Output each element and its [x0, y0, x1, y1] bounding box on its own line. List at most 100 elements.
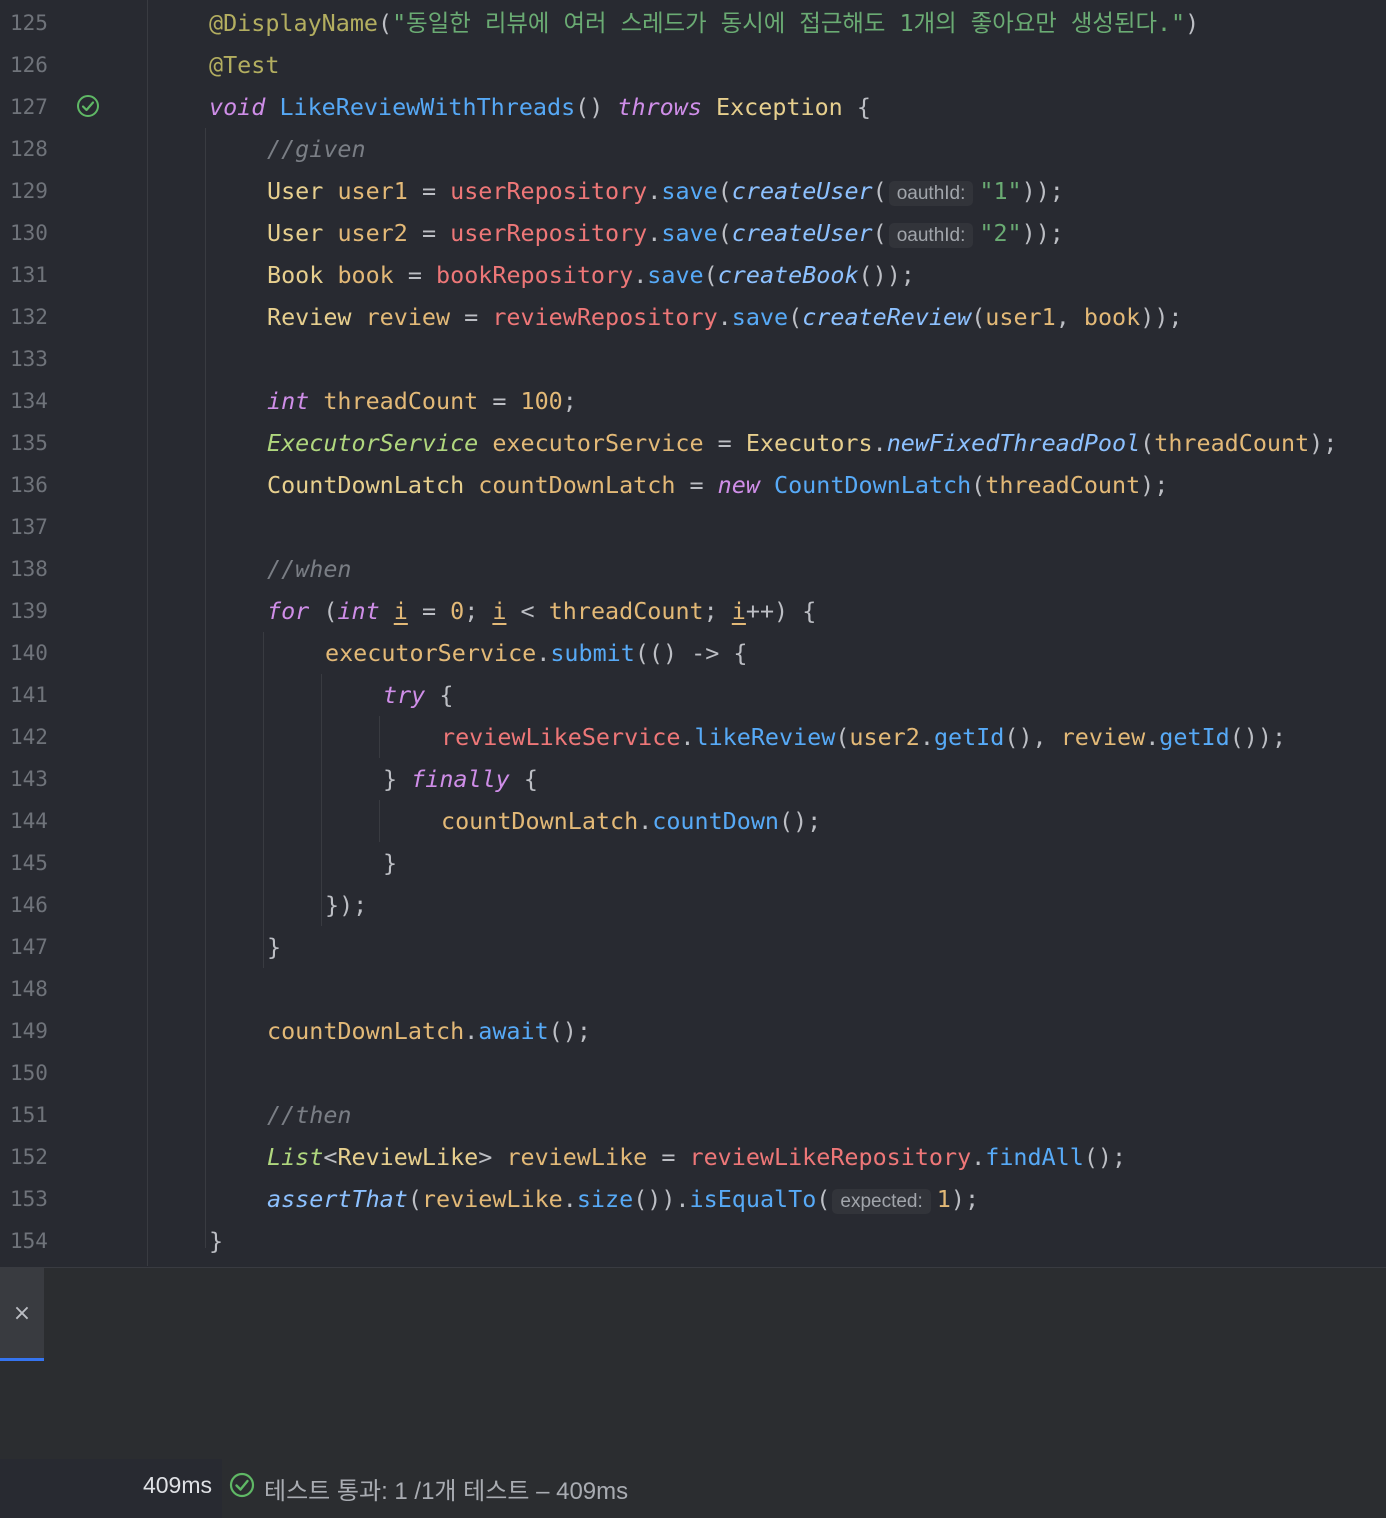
- code-token: .: [633, 261, 648, 289]
- code-token: ): [1185, 9, 1200, 37]
- code-token: int: [337, 597, 380, 625]
- code-line[interactable]: }: [209, 1220, 223, 1262]
- code-token: .: [919, 723, 934, 751]
- code-token: {: [842, 93, 871, 121]
- code-line[interactable]: //then: [267, 1094, 352, 1136]
- code-token: <: [506, 597, 549, 625]
- code-token: i: [393, 597, 408, 625]
- code-token: save: [647, 261, 704, 289]
- indent-guide: [321, 674, 322, 926]
- code-line[interactable]: List<ReviewLike> reviewLike = reviewLike…: [267, 1136, 1126, 1178]
- code-line[interactable]: void LikeReviewWithThreads() throws Exce…: [209, 86, 871, 128]
- code-line[interactable]: User user1 = userRepository.save(createU…: [267, 170, 1064, 212]
- code-line[interactable]: reviewLikeService.likeReview(user2.getId…: [441, 716, 1286, 758]
- code-token: reviewLikeService: [441, 723, 681, 751]
- code-area[interactable]: @DisplayName("동일한 리뷰에 여러 스레드가 동시에 접근해도 1…: [0, 0, 1386, 1266]
- code-token: review: [1060, 723, 1146, 751]
- code-token: reviewRepository: [492, 303, 718, 331]
- code-line[interactable]: User user2 = userRepository.save(createU…: [267, 212, 1064, 254]
- code-token: =: [478, 387, 521, 415]
- code-token: try: [383, 681, 426, 709]
- code-token: (: [407, 1185, 422, 1213]
- code-token: .: [638, 807, 653, 835]
- code-token: countDown: [652, 807, 779, 835]
- code-line[interactable]: @Test: [209, 44, 279, 86]
- code-token: new: [717, 471, 760, 499]
- code-line[interactable]: try {: [383, 674, 453, 716]
- code-token: LikeReviewWithThreads: [279, 93, 576, 121]
- code-token: .: [717, 303, 732, 331]
- code-token: .: [647, 177, 662, 205]
- code-line[interactable]: });: [325, 884, 367, 926]
- code-line[interactable]: //when: [267, 548, 352, 590]
- code-token: //when: [267, 555, 352, 583]
- code-token: =: [407, 219, 451, 247]
- code-line[interactable]: } finally {: [383, 758, 538, 800]
- code-token: (() -> {: [634, 639, 748, 667]
- code-token: Book: [267, 261, 324, 289]
- code-token: 1: [936, 1185, 951, 1213]
- code-token: reviewLikeRepository: [689, 1143, 972, 1171]
- code-token: createBook: [717, 261, 859, 289]
- code-token: @Test: [209, 51, 280, 79]
- code-line[interactable]: ExecutorService executorService = Execut…: [267, 422, 1337, 464]
- code-line[interactable]: }: [267, 926, 281, 968]
- code-editor[interactable]: 125 126 127 128 129 130 131 132 133 134 135 136 137 1…: [0, 0, 1386, 1266]
- code-token: 0: [450, 597, 465, 625]
- code-token: .: [562, 1185, 577, 1213]
- code-token: userRepository: [450, 219, 648, 247]
- code-token: User: [267, 177, 324, 205]
- code-token: (: [788, 303, 803, 331]
- code-token: Exception: [716, 93, 843, 121]
- code-token: executorService: [325, 639, 537, 667]
- code-token: );: [950, 1185, 980, 1213]
- code-token: >: [478, 1143, 507, 1171]
- code-token: (: [703, 261, 718, 289]
- code-line[interactable]: for (int i = 0; i < threadCount; i++) {: [267, 590, 816, 632]
- indent-guide: [379, 800, 380, 842]
- code-line[interactable]: countDownLatch.countDown();: [441, 800, 821, 842]
- code-token: userRepository: [450, 177, 648, 205]
- code-token: User: [267, 219, 324, 247]
- code-token: createUser: [731, 219, 873, 247]
- code-token: book: [1083, 303, 1141, 331]
- code-token: findAll: [985, 1143, 1084, 1171]
- code-token: ();: [548, 1017, 591, 1045]
- test-status-row: 409ms 테스트 통과: 1 /1개 테스트 – 409ms: [0, 1459, 1386, 1518]
- code-token: for: [267, 597, 310, 625]
- code-token: assertThat: [267, 1185, 408, 1213]
- code-token: ();: [779, 807, 822, 835]
- code-token: (: [872, 219, 887, 247]
- code-line[interactable]: int threadCount = 100;: [267, 380, 577, 422]
- code-line[interactable]: assertThat(reviewLike.size()).isEqualTo(…: [267, 1178, 979, 1220]
- code-line[interactable]: //given: [267, 128, 366, 170]
- code-token: =: [647, 1143, 690, 1171]
- code-token: ,: [1055, 303, 1084, 331]
- code-token: countDownLatch: [267, 1017, 465, 1045]
- code-token: size: [576, 1185, 634, 1213]
- code-line[interactable]: executorService.submit(() -> {: [325, 632, 748, 674]
- code-line[interactable]: countDownLatch.await();: [267, 1010, 591, 1052]
- code-token: ());: [1229, 723, 1287, 751]
- code-token: (: [971, 303, 986, 331]
- test-duration-cell[interactable]: 409ms: [0, 1459, 222, 1518]
- code-line[interactable]: Book book = bookRepository.save(createBo…: [267, 254, 915, 296]
- code-line[interactable]: }: [383, 842, 397, 884]
- code-line[interactable]: @DisplayName("동일한 리뷰에 여러 스레드가 동시에 접근해도 1…: [209, 2, 1199, 44]
- code-token: {: [509, 765, 538, 793]
- close-tab-button[interactable]: ×: [0, 1268, 44, 1361]
- code-token: (): [575, 93, 618, 121]
- code-token: //given: [267, 135, 366, 163]
- code-token: CountDownLatch: [267, 471, 465, 499]
- code-token: newFixedThreadPool: [886, 429, 1141, 457]
- code-line[interactable]: CountDownLatch countDownLatch = new Coun…: [267, 464, 1168, 506]
- code-token: ExecutorService: [267, 429, 479, 457]
- code-token: review: [365, 303, 451, 331]
- code-token: finally: [411, 765, 510, 793]
- code-line[interactable]: Review review = reviewRepository.save(cr…: [267, 296, 1182, 338]
- code-token: user1: [985, 303, 1056, 331]
